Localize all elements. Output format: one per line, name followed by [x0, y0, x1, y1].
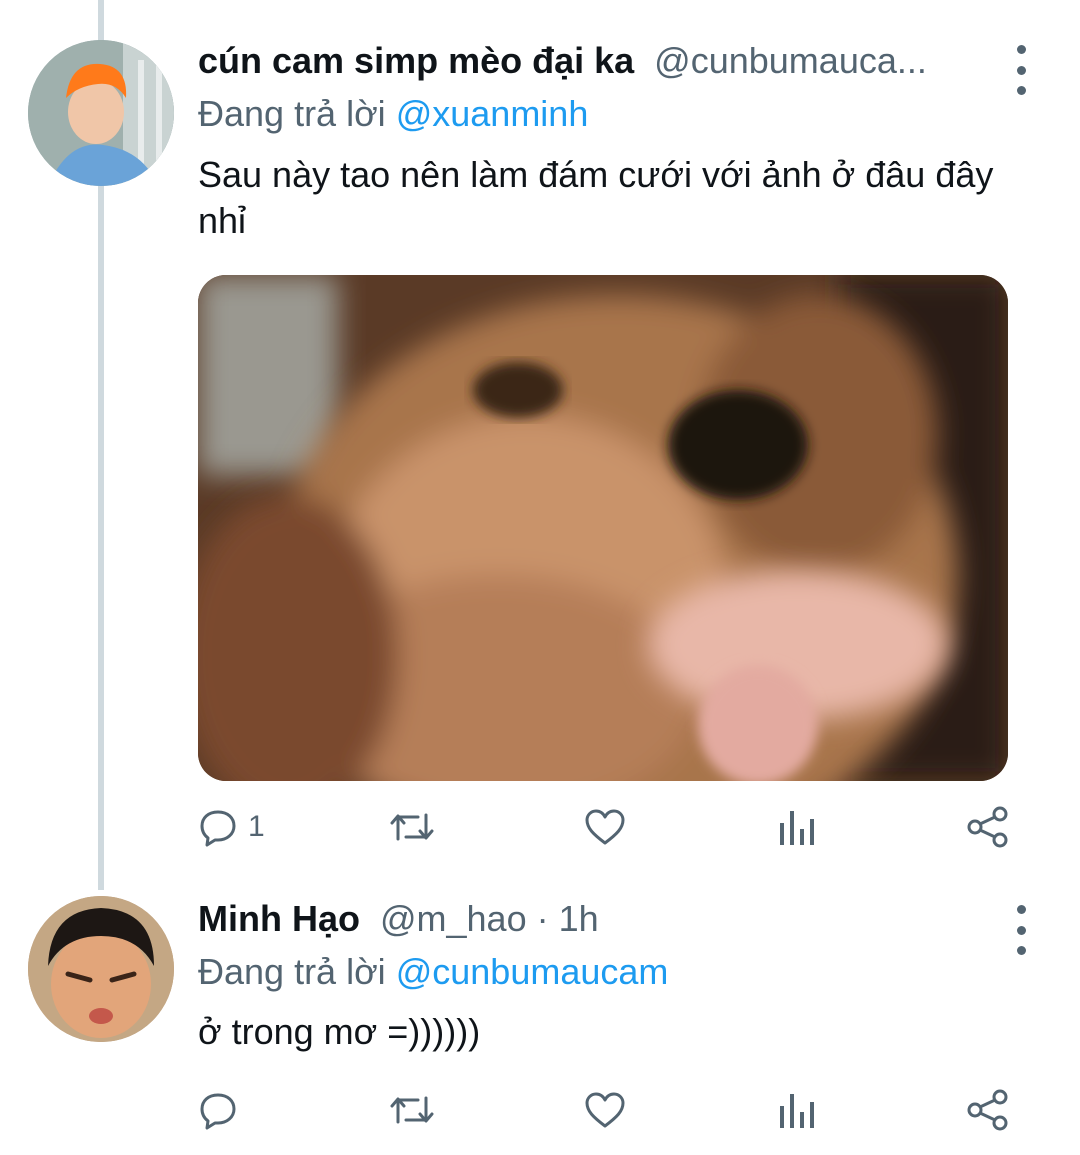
tweet-actions: [198, 1085, 1018, 1135]
tweet-header: cún cam simp mèo đại ka @cunbumauca...: [198, 40, 958, 90]
reply-context: Đang trả lời @cunbumaucam: [198, 951, 668, 993]
share-icon: [967, 806, 1008, 848]
tweet[interactable]: cún cam simp mèo đại ka @cunbumauca... Đ…: [0, 0, 1080, 890]
reply-mention-link[interactable]: @cunbumaucam: [396, 951, 669, 992]
like-icon: [585, 1092, 625, 1128]
reply-prefix: Đang trả lời: [198, 951, 386, 992]
analytics-icon: [780, 811, 814, 845]
like-button[interactable]: [583, 1085, 627, 1135]
retweet-button[interactable]: [388, 1085, 436, 1135]
analytics-icon: [780, 1094, 814, 1128]
reply-icon: [200, 1093, 236, 1130]
like-icon: [585, 809, 625, 845]
reply-button[interactable]: 1: [198, 802, 265, 852]
reply-button[interactable]: [198, 1085, 238, 1135]
reply-count: 1: [248, 810, 265, 843]
analytics-button[interactable]: [776, 1085, 816, 1135]
tweet-actions: 1: [198, 802, 1018, 852]
more-options-icon[interactable]: [1006, 45, 1036, 95]
share-button[interactable]: [966, 802, 1010, 852]
reply-mention-link[interactable]: @xuanminh: [396, 93, 589, 134]
retweet-button[interactable]: [388, 802, 436, 852]
reply-prefix: Đang trả lời: [198, 93, 386, 134]
tweet[interactable]: Minh Hạo @m_hao · 1h Đang trả lời @cunbu…: [0, 890, 1080, 1155]
dog-photo-image[interactable]: [198, 275, 1008, 781]
display-name[interactable]: Minh Hạo: [198, 898, 360, 940]
share-button[interactable]: [966, 1085, 1010, 1135]
user-handle-and-timestamp[interactable]: @m_hao · 1h: [380, 898, 599, 940]
analytics-button[interactable]: [776, 802, 816, 852]
reply-context: Đang trả lời @xuanminh: [198, 93, 588, 135]
tweet-text: ở trong mơ =)))))): [198, 1011, 481, 1052]
retweet-icon: [390, 813, 434, 841]
tweet-header: Minh Hạo @m_hao · 1h: [198, 898, 958, 948]
retweet-icon: [390, 1096, 434, 1124]
more-options-icon[interactable]: [1006, 905, 1036, 955]
avatar[interactable]: [28, 896, 174, 1042]
avatar[interactable]: [28, 40, 174, 186]
share-icon: [967, 1089, 1008, 1131]
user-handle[interactable]: @cunbumauca...: [654, 40, 927, 82]
display-name[interactable]: cún cam simp mèo đại ka: [198, 40, 634, 82]
like-button[interactable]: [583, 802, 627, 852]
reply-icon: [200, 810, 236, 847]
tweet-text: Sau này tao nên làm đám cưới với ảnh ở đ…: [198, 154, 994, 241]
